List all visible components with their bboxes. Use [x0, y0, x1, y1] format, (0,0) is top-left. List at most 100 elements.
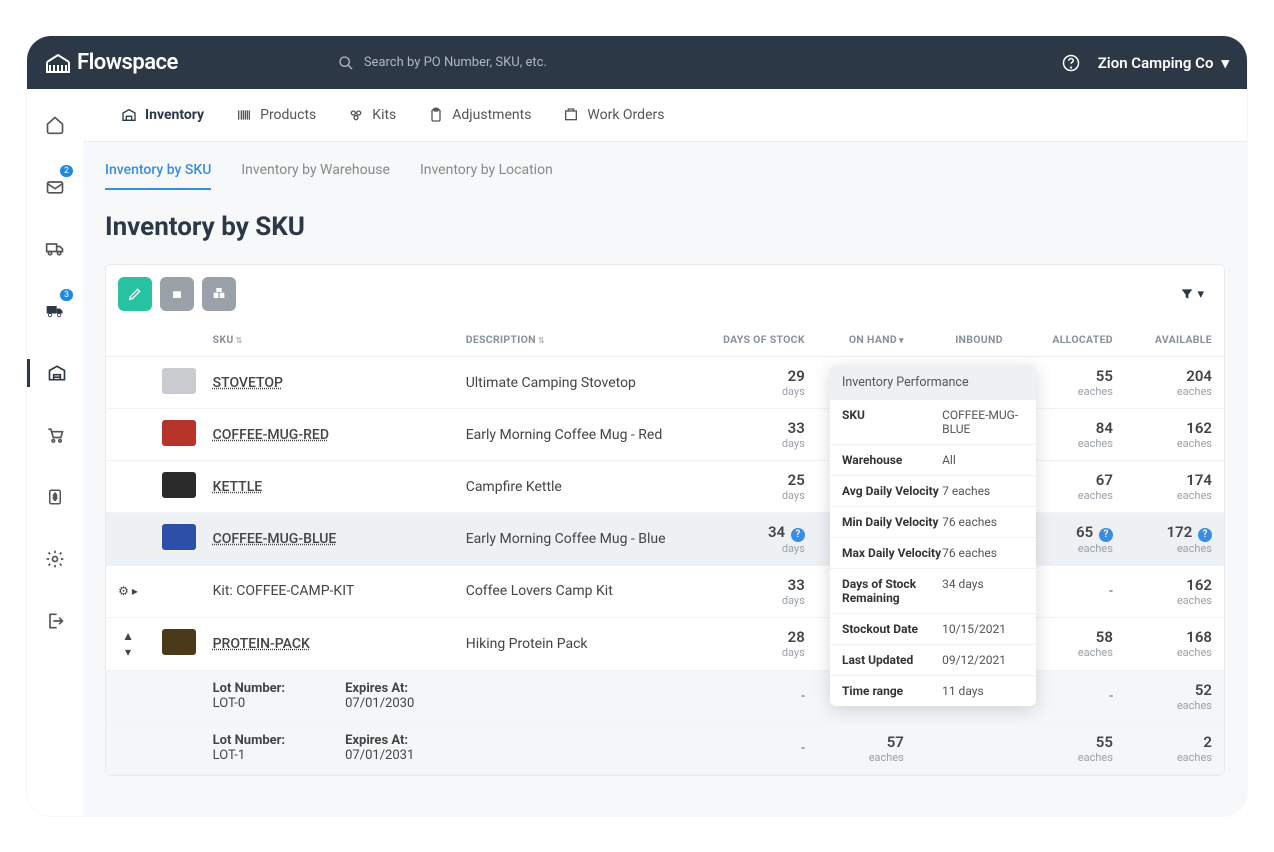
table-row[interactable]: KETTLECampfire Kettle25days67eaches174ea… [106, 461, 1224, 513]
nav-settings[interactable] [27, 545, 83, 573]
nav-shipping[interactable] [27, 235, 83, 263]
svg-text:$: $ [53, 492, 57, 501]
description-cell: Coffee Lovers Camp Kit [454, 565, 707, 617]
description-cell: Early Morning Coffee Mug - Red [454, 409, 707, 461]
table-row[interactable]: COFFEE-MUG-BLUE Early Morning Coffee Mug … [106, 513, 1224, 566]
help-icon[interactable] [1062, 54, 1080, 72]
tab-by-location[interactable]: Inventory by Location [420, 156, 553, 190]
boxes-icon [211, 286, 227, 302]
funnel-icon [1179, 286, 1195, 302]
product-thumb [162, 472, 196, 498]
col-on-hand[interactable]: ON HAND▾ [817, 323, 916, 357]
nav-mail[interactable]: 2 [27, 173, 83, 201]
invoice-icon: $ [46, 487, 64, 507]
tab-by-warehouse[interactable]: Inventory by Warehouse [241, 156, 390, 190]
lot-expand-icon[interactable]: ▲ ▾ [122, 629, 134, 659]
mail-badge: 2 [60, 165, 73, 177]
sku-link[interactable]: STOVETOP [213, 375, 283, 391]
kit-icon [348, 107, 364, 123]
warehouse-icon [121, 107, 137, 123]
edit-button[interactable] [118, 277, 152, 311]
chevron-down-icon: ▾ [1221, 54, 1229, 72]
tab-inventory[interactable]: Inventory [105, 89, 220, 141]
box-icon [169, 286, 185, 302]
truck-solid-icon [44, 301, 66, 321]
work-order-icon [563, 107, 579, 123]
col-available[interactable]: AVAILABLE [1125, 323, 1224, 357]
table-row[interactable]: ▲ ▾PROTEIN-PACKHiking Protein Pack28days… [106, 617, 1224, 670]
product-thumb [162, 420, 196, 446]
help-icon[interactable]: ? [791, 528, 805, 542]
product-thumb [162, 368, 196, 394]
popover-title: Inventory Performance [830, 365, 1036, 400]
popover-row: Min Daily Velocity76 eaches [830, 507, 1036, 538]
gear-icon [45, 549, 65, 569]
product-thumb [162, 524, 196, 550]
col-description[interactable]: DESCRIPTION⇅ [454, 323, 707, 357]
truck-badge: 3 [60, 289, 73, 301]
table-row[interactable]: COFFEE-MUG-RED Early Morning Coffee Mug -… [106, 409, 1224, 461]
nav-home[interactable] [27, 111, 83, 139]
view-compact-button[interactable] [160, 277, 194, 311]
main-content: Inventory Products Kits Adjustments Work… [83, 89, 1247, 816]
tab-by-sku[interactable]: Inventory by SKU [105, 156, 211, 190]
chevron-down-icon: ▾ [1197, 287, 1204, 302]
popover-row: Days of Stock Remaining34 days [830, 569, 1036, 614]
popover-row: Time range11 days [830, 676, 1036, 706]
tab-adjustments[interactable]: Adjustments [412, 89, 547, 141]
col-allocated[interactable]: ALLOCATED [1015, 323, 1125, 357]
nav-outbound[interactable]: 3 [27, 297, 83, 325]
filter-button[interactable]: ▾ [1179, 286, 1212, 302]
search-placeholder: Search by PO Number, SKU, etc. [364, 55, 547, 70]
table-row[interactable]: ⚙ ▸Kit: COFFEE-CAMP-KITCoffee Lovers Cam… [106, 565, 1224, 617]
cart-icon [45, 425, 65, 445]
popover-row: SKUCOFFEE-MUG-BLUE [830, 400, 1036, 445]
sku-link[interactable]: KETTLE [213, 479, 263, 495]
table-row[interactable]: STOVETOPUltimate Camping Stovetop29days5… [106, 357, 1224, 409]
tab-work-orders[interactable]: Work Orders [547, 89, 680, 141]
product-thumb [162, 629, 196, 655]
inventory-table-panel: ▾ SKU⇅ DESCRIPTION⇅ DAYS OF STOCK ON HAN… [105, 264, 1225, 776]
search-icon [338, 55, 354, 71]
primary-tabs: Inventory Products Kits Adjustments Work… [83, 89, 1247, 142]
nav-cart[interactable] [27, 421, 83, 449]
global-search[interactable]: Search by PO Number, SKU, etc. [338, 55, 547, 71]
nav-billing[interactable]: $ [27, 483, 83, 511]
lot-row: Lot Number:LOT-0Expires At:07/01/2030--5… [106, 670, 1224, 722]
logo[interactable]: Flowspace [45, 50, 178, 75]
secondary-tabs: Inventory by SKU Inventory by Warehouse … [83, 142, 1247, 190]
logout-icon [45, 611, 65, 631]
topbar: Flowspace Search by PO Number, SKU, etc.… [27, 36, 1247, 89]
popover-row: WarehouseAll [830, 445, 1036, 476]
popover-row: Max Daily Velocity76 eaches [830, 538, 1036, 569]
table-toolbar: ▾ [106, 265, 1224, 323]
warehouse-icon [47, 363, 67, 383]
col-days[interactable]: DAYS OF STOCK [707, 323, 817, 357]
nav-logout[interactable] [27, 607, 83, 635]
company-switcher[interactable]: Zion Camping Co ▾ [1098, 54, 1229, 72]
barcode-icon [236, 107, 252, 123]
sku-link[interactable]: PROTEIN-PACK [213, 636, 310, 652]
tab-products[interactable]: Products [220, 89, 332, 141]
description-cell: Ultimate Camping Stovetop [454, 357, 707, 409]
view-expanded-button[interactable] [202, 277, 236, 311]
sidebar: 2 3 $ [27, 89, 83, 816]
col-sku[interactable]: SKU⇅ [201, 323, 454, 357]
kit-expand-icon[interactable]: ⚙ ▸ [118, 584, 138, 598]
clipboard-icon [428, 107, 444, 123]
sku-link[interactable]: COFFEE-MUG-BLUE [213, 531, 337, 547]
help-icon[interactable]: ? [1198, 528, 1212, 542]
description-cell: Hiking Protein Pack [454, 617, 707, 670]
company-name: Zion Camping Co [1098, 54, 1214, 72]
description-cell: Campfire Kettle [454, 461, 707, 513]
description-cell: Early Morning Coffee Mug - Blue [454, 513, 707, 566]
help-icon[interactable]: ? [1099, 528, 1113, 542]
popover-row: Last Updated09/12/2021 [830, 645, 1036, 676]
sku-link[interactable]: COFFEE-MUG-RED [213, 427, 329, 443]
home-icon [45, 115, 65, 135]
inventory-performance-popover: Inventory Performance SKUCOFFEE-MUG-BLUE… [830, 365, 1036, 706]
tab-kits[interactable]: Kits [332, 89, 412, 141]
mail-icon [45, 177, 65, 197]
nav-inventory[interactable] [27, 359, 83, 387]
col-inbound[interactable]: INBOUND [916, 323, 1015, 357]
